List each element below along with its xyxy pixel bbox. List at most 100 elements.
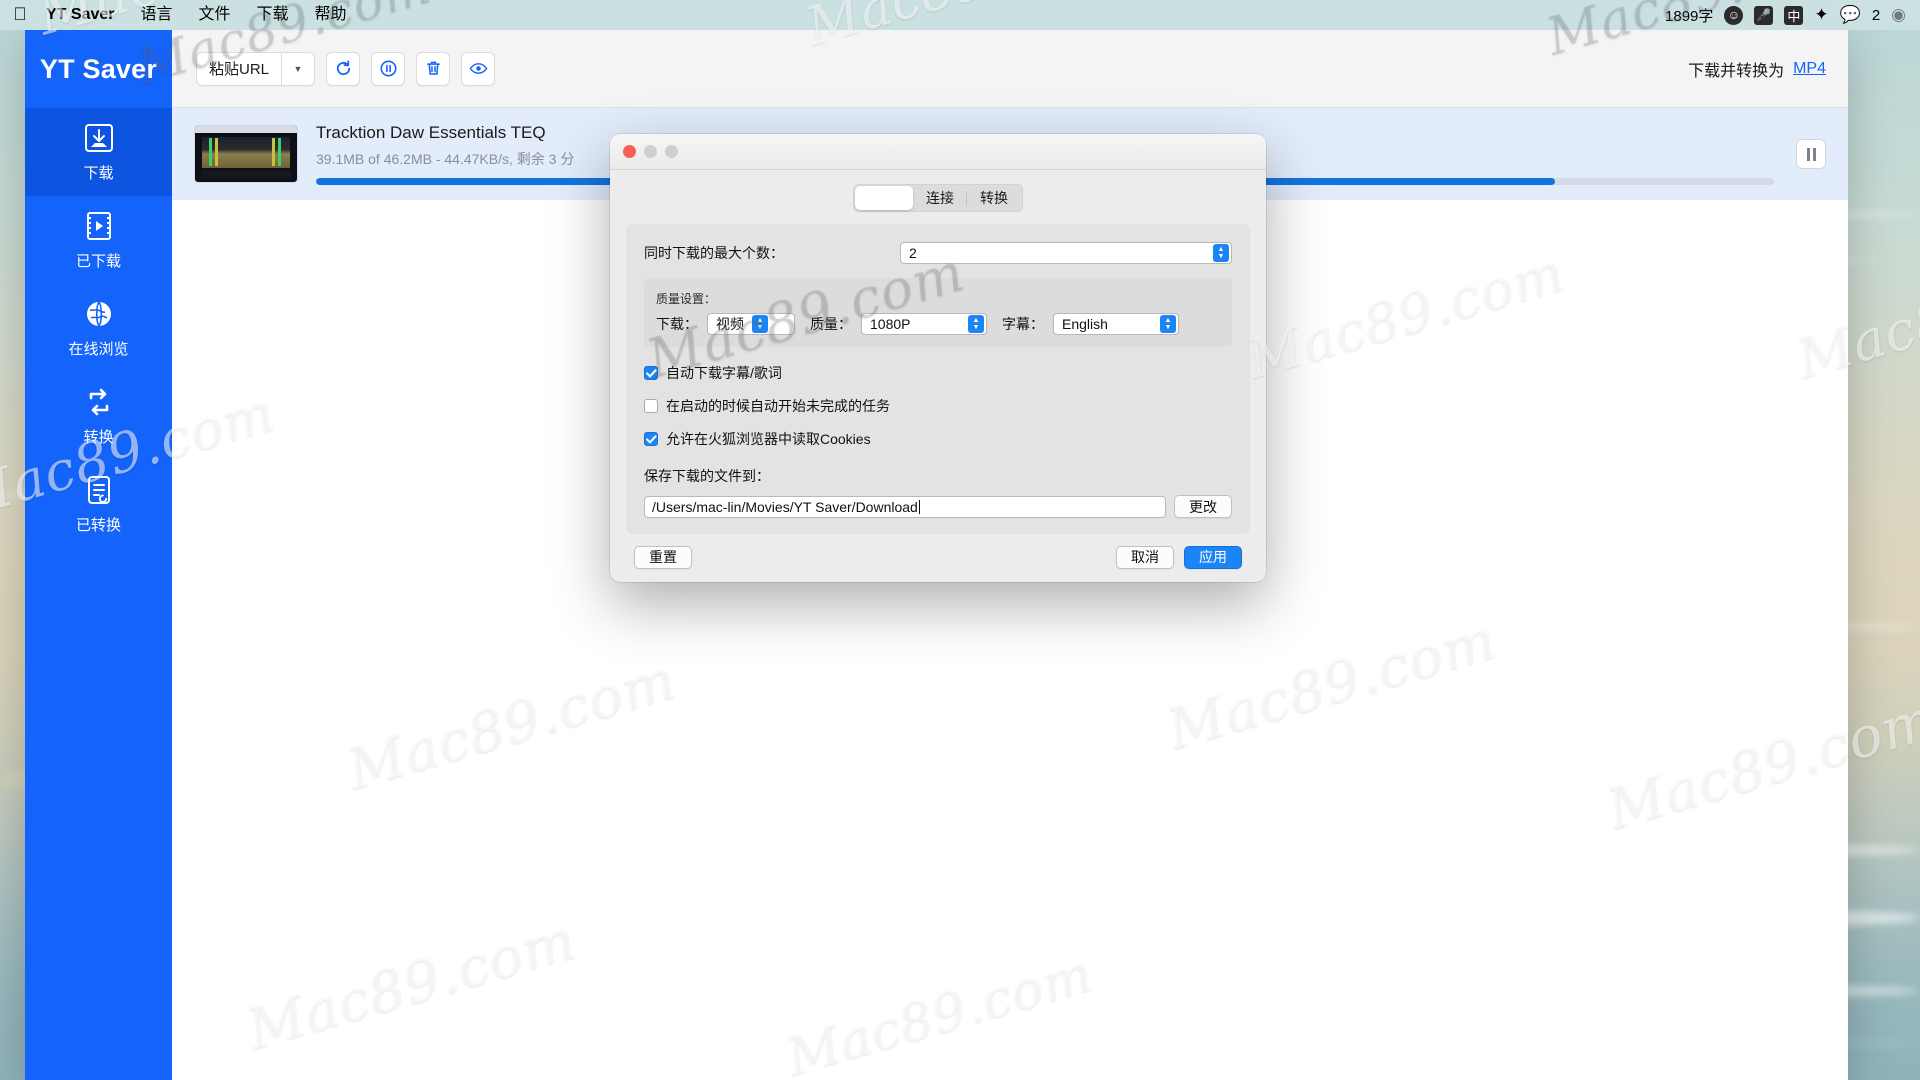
menubar-item-download[interactable]: 下载: [244, 0, 302, 30]
sidebar-item-converted[interactable]: 已转换: [25, 460, 172, 548]
dialog-footer: 重置 取消 应用: [610, 532, 1266, 582]
apple-logo-icon[interactable]: : [0, 4, 40, 27]
bluetooth-icon[interactable]: ✦: [1814, 5, 1828, 25]
emoji-icon[interactable]: ☺: [1724, 5, 1744, 25]
convert-icon: [89, 388, 108, 416]
checkbox-box-auto-subtitles[interactable]: [644, 366, 658, 380]
menubar-item-help[interactable]: 帮助: [302, 0, 360, 30]
sidebar-label-download: 下载: [83, 165, 114, 182]
quality-settings-group: 质量设置： 下载： 视频 ▲ ▼ 质量： 1080P ▲ ▼ 字幕： English…: [644, 278, 1232, 347]
film-icon: [86, 212, 111, 240]
document-refresh-icon: [87, 476, 110, 504]
cancel-button[interactable]: 取消: [1116, 545, 1174, 569]
menubar-status-items: 1899字 ☺ 🎤 中 ✦ 💬 2 ◉: [1665, 5, 1920, 26]
convert-format-link[interactable]: MP4: [1793, 60, 1826, 78]
stepper-arrows-icon[interactable]: ▲ ▼: [1213, 244, 1229, 262]
preferences-dialog: 连接 转换 同时下载的最大个数： 2 ▲ ▼ 质量设置： 下载： 视频 ▲ ▼ 质量…: [610, 134, 1266, 582]
globe-icon: [86, 301, 111, 327]
text-cursor: [918, 499, 920, 514]
apply-button[interactable]: 应用: [1184, 545, 1242, 569]
menubar-item-file[interactable]: 文件: [186, 0, 244, 30]
app-logo: YT Saver: [39, 53, 158, 84]
chevron-updown-icon: ▲ ▼: [752, 315, 768, 333]
quality-settings-title: 质量设置：: [656, 292, 717, 306]
wechat-icon[interactable]: 💬: [1840, 5, 1861, 25]
dialog-action-buttons: 取消 应用: [1116, 545, 1242, 569]
chevron-updown-icon: ▲ ▼: [1160, 315, 1176, 333]
sidebar-item-convert[interactable]: 转换: [25, 372, 172, 460]
tab-conversion[interactable]: 转换: [966, 186, 1021, 210]
quality-value: 1080P: [870, 316, 911, 332]
checkbox-label-resume-on-launch: 在启动的时候自动开始未完成的任务: [666, 398, 890, 414]
dialog-panel: 同时下载的最大个数： 2 ▲ ▼ 质量设置： 下载： 视频 ▲ ▼ 质量： 1080…: [626, 224, 1250, 534]
close-button[interactable]: [623, 145, 636, 158]
dialog-titlebar: [610, 134, 1266, 170]
subtitle-value: English: [1062, 316, 1108, 332]
sidebar-label-downloaded: 已下载: [75, 253, 121, 270]
restart-icon: [336, 60, 350, 76]
paste-url-button[interactable]: 粘贴URL: [196, 51, 282, 86]
max-downloads-stepper[interactable]: 2 ▲ ▼: [900, 242, 1232, 264]
tab-general[interactable]: [855, 186, 913, 210]
sidebar-item-download[interactable]: 下载: [25, 108, 172, 196]
item-pause-button[interactable]: [1796, 139, 1826, 169]
sidebar-label-browse-online: 在线浏览: [68, 341, 129, 358]
checkbox-auto-subtitles[interactable]: 自动下载字幕/歌词: [644, 363, 1232, 383]
max-downloads-row: 同时下载的最大个数： 2 ▲ ▼: [644, 242, 1232, 264]
wechat-badge: 2: [1871, 6, 1881, 24]
pause-icon-bar-left: [1806, 147, 1810, 161]
sidebar-label-converted: 已转换: [75, 517, 121, 534]
quality-fields-row: 下载： 视频 ▲ ▼ 质量： 1080P ▲ ▼ 字幕： English ▲ ▼: [656, 313, 1220, 335]
app-toolbar: 粘贴URL ▼ 下载并转换为 MP4: [172, 30, 1848, 108]
pause-circle-icon: [379, 60, 397, 77]
menubar-item-language[interactable]: 语言: [127, 0, 185, 30]
checkbox-box-firefox-cookies[interactable]: [644, 432, 658, 446]
checkbox-label-auto-subtitles: 自动下载字幕/歌词: [666, 365, 782, 381]
max-downloads-value: 2: [909, 245, 917, 261]
subtitle-label: 字幕：: [1002, 316, 1044, 332]
sidebar-item-downloaded[interactable]: 已下载: [25, 196, 172, 284]
siri-icon[interactable]: ◉: [1891, 5, 1906, 25]
preview-button[interactable]: [461, 51, 496, 86]
tab-segmented-control: 连接 转换: [853, 184, 1023, 212]
checkbox-resume-on-launch[interactable]: 在启动的时候自动开始未完成的任务: [644, 396, 1232, 416]
save-path-value: /Users/mac-lin/Movies/YT Saver/Download: [652, 498, 918, 515]
tab-connection[interactable]: 连接: [913, 186, 967, 210]
restart-button[interactable]: [326, 51, 361, 86]
microphone-icon[interactable]: 🎤: [1754, 5, 1774, 25]
pause-icon-bar-right: [1812, 147, 1816, 161]
chevron-down-icon[interactable]: ▼: [281, 51, 316, 86]
download-type-label: 下载：: [656, 316, 698, 332]
delete-button[interactable]: [416, 51, 451, 86]
sidebar-label-convert: 转换: [83, 429, 114, 446]
word-count-status: 1899字: [1665, 7, 1714, 25]
max-downloads-label: 同时下载的最大个数：: [644, 245, 784, 261]
convert-to-control: 下载并转换为 MP4: [1688, 57, 1826, 81]
change-path-button[interactable]: 更改: [1174, 495, 1232, 518]
menubar-app-title[interactable]: YT Saver: [40, 0, 127, 30]
checkbox-box-resume-on-launch[interactable]: [644, 399, 658, 413]
dialog-tabs: 连接 转换: [610, 170, 1266, 212]
download-type-select[interactable]: 视频 ▲ ▼: [707, 313, 795, 335]
chinese-input-icon[interactable]: 中: [1784, 5, 1804, 25]
sidebar-item-browse-online[interactable]: 在线浏览: [25, 284, 172, 372]
eye-icon: [469, 63, 487, 74]
quality-select[interactable]: 1080P ▲ ▼: [861, 313, 987, 335]
convert-to-label: 下载并转换为: [1688, 62, 1785, 80]
minimize-button[interactable]: [644, 145, 657, 158]
download-type-value: 视频: [716, 316, 744, 332]
subtitle-select[interactable]: English ▲ ▼: [1053, 313, 1179, 335]
checkbox-firefox-cookies[interactable]: 允许在火狐浏览器中读取Cookies: [644, 429, 1232, 449]
chevron-updown-icon: ▲ ▼: [968, 315, 984, 333]
pause-all-button[interactable]: [371, 51, 406, 86]
save-path-row: /Users/mac-lin/Movies/YT Saver/Download …: [644, 495, 1232, 518]
checkbox-label-firefox-cookies: 允许在火狐浏览器中读取Cookies: [666, 431, 871, 447]
sidebar: YT Saver 下载 已下载 在线浏览 转换 已转换: [25, 30, 172, 1080]
video-thumbnail: [194, 125, 298, 183]
macos-menu-bar:  YT Saver 语言 文件 下载 帮助 1899字 ☺ 🎤 中 ✦ 💬 2…: [0, 0, 1920, 30]
save-path-section: 保存下载的文件到： /Users/mac-lin/Movies/YT Saver…: [644, 466, 1232, 518]
save-path-label: 保存下载的文件到：: [644, 468, 770, 484]
zoom-button[interactable]: [665, 145, 678, 158]
reset-button[interactable]: 重置: [634, 545, 692, 569]
save-path-input[interactable]: /Users/mac-lin/Movies/YT Saver/Download: [644, 495, 1166, 518]
